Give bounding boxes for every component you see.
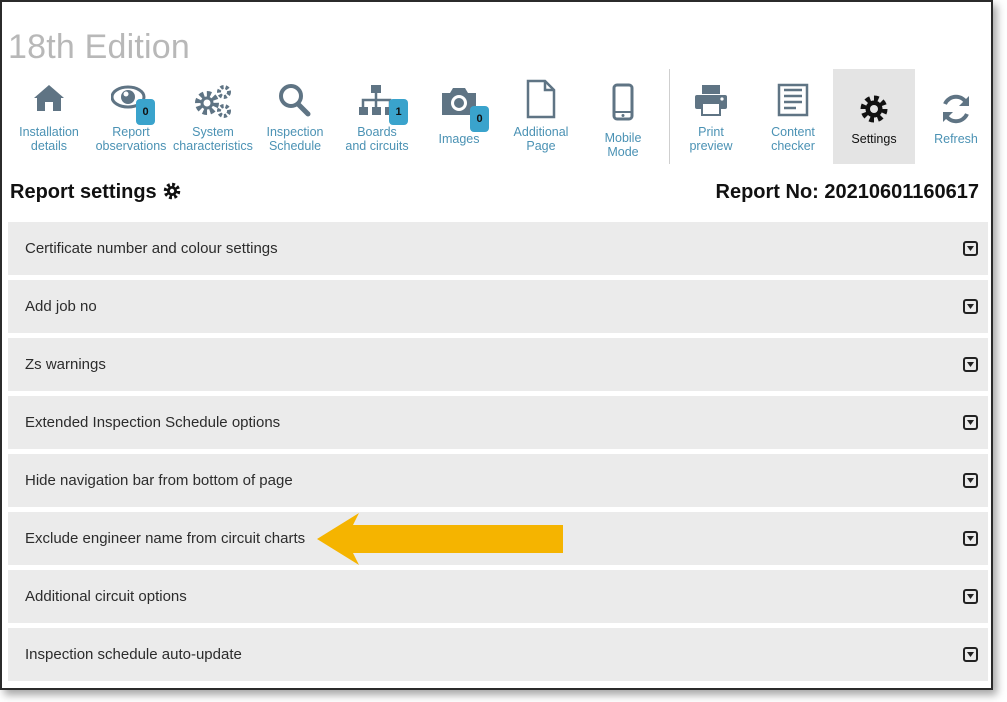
search-icon bbox=[279, 84, 311, 117]
page-title: Report settings bbox=[10, 181, 181, 206]
toolbar-label: Images bbox=[438, 132, 480, 146]
toolbar-label: Additional Page bbox=[513, 125, 569, 153]
toolbar-content-checker[interactable]: Content checker bbox=[752, 69, 834, 164]
settings-row-hide-navigation[interactable]: Hide navigation bar from bottom of page bbox=[8, 454, 988, 507]
dropdown-caret-icon[interactable] bbox=[963, 473, 978, 488]
toolbar-label: Inspection Schedule bbox=[266, 125, 324, 153]
checklist-icon bbox=[777, 83, 809, 117]
toolbar-system-characteristics[interactable]: System characteristics bbox=[172, 69, 254, 164]
settings-row-label: Add job no bbox=[25, 298, 97, 315]
toolbar: Installation details 0 Report observatio… bbox=[8, 69, 988, 164]
dropdown-caret-icon[interactable] bbox=[963, 589, 978, 604]
toolbar-label: Mobile Mode bbox=[604, 131, 642, 159]
edition-title: 18th Edition bbox=[8, 28, 190, 66]
settings-row-add-job-no[interactable]: Add job no bbox=[8, 280, 988, 333]
toolbar-label: Content checker bbox=[771, 125, 815, 153]
settings-gear-icon bbox=[860, 95, 888, 123]
settings-row-label: Extended Inspection Schedule options bbox=[25, 414, 281, 431]
refresh-icon bbox=[943, 94, 969, 124]
dropdown-caret-icon[interactable] bbox=[963, 357, 978, 372]
toolbar-report-observations[interactable]: 0 Report observations bbox=[90, 69, 172, 164]
toolbar-label: Refresh bbox=[934, 132, 978, 146]
images-badge: 0 bbox=[470, 106, 489, 132]
page-title-text: Report settings bbox=[10, 181, 157, 203]
settings-row-label: Certificate number and colour settings bbox=[25, 240, 278, 257]
settings-row-zs-warnings[interactable]: Zs warnings bbox=[8, 338, 988, 391]
dropdown-caret-icon[interactable] bbox=[963, 415, 978, 430]
settings-row-label: Additional circuit options bbox=[25, 588, 187, 605]
toolbar-label: Settings bbox=[851, 132, 897, 146]
settings-row-schedule-auto-update[interactable]: Inspection schedule auto-update bbox=[8, 628, 988, 681]
gears-icon bbox=[195, 85, 231, 118]
gear-icon bbox=[163, 182, 181, 206]
dropdown-caret-icon[interactable] bbox=[963, 647, 978, 662]
toolbar-refresh[interactable]: Refresh bbox=[915, 69, 997, 164]
print-icon bbox=[695, 85, 727, 116]
toolbar-label: Installation details bbox=[19, 125, 79, 153]
file-icon bbox=[526, 79, 556, 119]
toolbar-installation-details[interactable]: Installation details bbox=[8, 69, 90, 164]
toolbar-additional-page[interactable]: Additional Page bbox=[500, 69, 582, 164]
highlight-arrow-icon bbox=[317, 513, 563, 565]
toolbar-settings[interactable]: Settings bbox=[833, 69, 915, 164]
toolbar-images[interactable]: 0 Images bbox=[418, 69, 500, 164]
dropdown-caret-icon[interactable] bbox=[963, 531, 978, 546]
settings-row-label: Hide navigation bar from bottom of page bbox=[25, 472, 293, 489]
mobile-icon bbox=[612, 83, 634, 121]
settings-row-label: Inspection schedule auto-update bbox=[25, 646, 242, 663]
dropdown-caret-icon[interactable] bbox=[963, 299, 978, 314]
settings-row-extended-inspection[interactable]: Extended Inspection Schedule options bbox=[8, 396, 988, 449]
toolbar-label: Report observations bbox=[95, 125, 167, 153]
home-icon bbox=[34, 85, 64, 111]
settings-row-label: Exclude engineer name from circuit chart… bbox=[25, 530, 306, 547]
toolbar-mobile-mode[interactable]: Mobile Mode bbox=[582, 69, 664, 164]
settings-row-additional-circuit[interactable]: Additional circuit options bbox=[8, 570, 988, 623]
toolbar-label: System characteristics bbox=[173, 125, 253, 153]
boards-badge: 1 bbox=[389, 99, 408, 125]
toolbar-label: Print preview bbox=[689, 125, 733, 153]
observations-badge: 0 bbox=[136, 99, 155, 125]
toolbar-inspection-schedule[interactable]: Inspection Schedule bbox=[254, 69, 336, 164]
app-window: 18th Edition Installation details 0 Repo… bbox=[0, 0, 993, 690]
toolbar-boards-and-circuits[interactable]: 1 Boards and circuits bbox=[336, 69, 418, 164]
report-number: Report No: 20210601160617 bbox=[715, 181, 980, 203]
toolbar-label: Boards and circuits bbox=[345, 125, 409, 153]
dropdown-caret-icon[interactable] bbox=[963, 241, 978, 256]
toolbar-print-preview[interactable]: Print preview bbox=[670, 69, 752, 164]
settings-row-label: Zs warnings bbox=[25, 356, 106, 373]
settings-row-certificate-colour[interactable]: Certificate number and colour settings bbox=[8, 222, 988, 275]
